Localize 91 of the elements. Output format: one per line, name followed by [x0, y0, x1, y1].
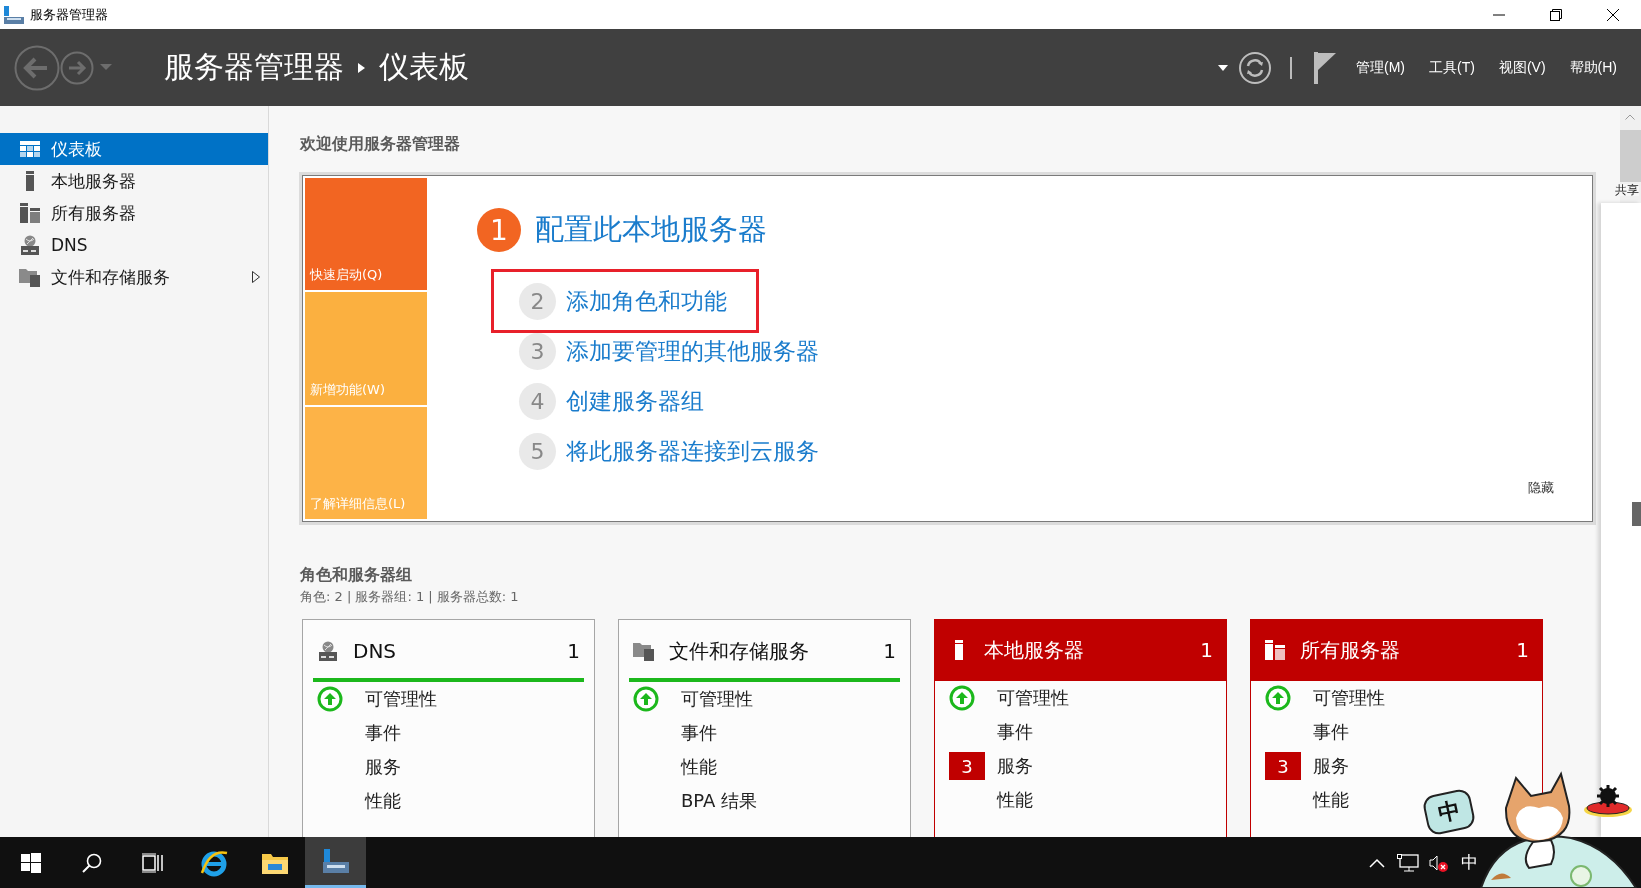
- search-icon: [81, 852, 102, 873]
- card-row-label[interactable]: 服务: [997, 754, 1033, 778]
- volume-muted-icon: [1428, 853, 1449, 872]
- section-title: 角色和服务器组: [300, 565, 412, 586]
- refresh-button[interactable]: [1238, 50, 1272, 85]
- step-number: 2: [519, 282, 556, 320]
- gear-icon: [1583, 784, 1633, 818]
- role-card[interactable]: 本地服务器 1 可管理性 事件 3 服务 性能: [934, 619, 1227, 837]
- card-row-label[interactable]: 可管理性: [997, 686, 1069, 710]
- menu-item[interactable]: 视图(V): [1498, 58, 1546, 77]
- card-row-label[interactable]: 服务: [1313, 754, 1349, 778]
- card-title: 本地服务器: [984, 636, 1085, 664]
- server-icon: [955, 640, 963, 660]
- role-card[interactable]: 文件和存储服务 1 可管理性 事件 性能 BPA 结果: [618, 619, 911, 837]
- pane-label: 共享: [1615, 184, 1639, 196]
- servers-icon: [20, 203, 40, 223]
- card-row-label[interactable]: 事件: [365, 721, 401, 745]
- folder-icon: [633, 641, 655, 661]
- server-manager-icon: [321, 848, 350, 874]
- card-title: 文件和存储服务: [669, 637, 810, 665]
- card-row-label[interactable]: 事件: [681, 721, 717, 745]
- start-icon: [20, 852, 41, 873]
- step-number: 3: [519, 332, 556, 370]
- caret-icon: [1218, 64, 1228, 71]
- app-icon: [4, 5, 24, 24]
- card-row-label[interactable]: 性能: [997, 788, 1033, 812]
- step-link[interactable]: 添加角色和功能: [566, 285, 727, 317]
- step-number: 5: [519, 432, 556, 470]
- card-title: 所有服务器: [1300, 636, 1401, 664]
- menu-item[interactable]: 工具(T): [1429, 58, 1475, 77]
- roles-summary: 角色: 2 | 服务器组: 1 | 服务器总数: 1: [300, 588, 519, 606]
- card-row-label[interactable]: 服务: [365, 755, 401, 779]
- menu-item[interactable]: 管理(M): [1356, 58, 1405, 77]
- card-row-label[interactable]: BPA 结果: [681, 789, 758, 813]
- caret-icon: [100, 63, 112, 72]
- sidebar-item[interactable]: DNS: [0, 229, 268, 261]
- card-row-label[interactable]: 事件: [1313, 720, 1349, 744]
- sidebar-item[interactable]: 所有服务器: [0, 197, 268, 229]
- menu-item[interactable]: 帮助(H): [1569, 58, 1617, 77]
- task-view-icon: [141, 852, 164, 873]
- dashboard-icon: [20, 141, 40, 157]
- breadcrumb-arrow-icon: [358, 62, 365, 73]
- section-title: 欢迎使用服务器管理器: [300, 134, 460, 155]
- page-title: 仪表板: [379, 48, 469, 86]
- breadcrumb-link[interactable]: 服务器管理器: [164, 47, 344, 88]
- card-row-label[interactable]: 可管理性: [1313, 686, 1385, 710]
- card-count: 1: [567, 639, 580, 663]
- status-ok-icon: [633, 686, 659, 712]
- step-link[interactable]: 创建服务器组: [566, 385, 704, 417]
- step-link[interactable]: 将此服务器连接到云服务: [566, 435, 819, 467]
- sidebar-item[interactable]: 本地服务器: [0, 165, 268, 197]
- folder-icon: [19, 267, 41, 287]
- card-row-label[interactable]: 性能: [365, 789, 401, 813]
- chevron-up-icon: [1368, 857, 1385, 868]
- card-count: 1: [1516, 638, 1529, 662]
- monitor-icon: [1396, 853, 1419, 872]
- status-ok-icon: [317, 686, 343, 712]
- close-icon: [1606, 8, 1619, 21]
- card-row-label[interactable]: 可管理性: [365, 687, 437, 711]
- card-row-label[interactable]: 可管理性: [681, 687, 753, 711]
- server-manager-button[interactable]: [305, 837, 366, 888]
- status-ok-icon: [949, 685, 975, 711]
- browser-icon: [199, 848, 228, 877]
- card-row-label[interactable]: 性能: [1313, 788, 1349, 812]
- step-number: 4: [519, 382, 556, 420]
- server-icon: [26, 171, 34, 191]
- sidebar-item[interactable]: 仪表板: [0, 133, 268, 165]
- restore-icon: [1549, 8, 1562, 21]
- card-count: 1: [883, 639, 896, 663]
- dns-server-icon: [318, 641, 338, 661]
- alert-count: 3: [1265, 752, 1301, 780]
- scroll-thumb[interactable]: [1620, 130, 1641, 182]
- step-link[interactable]: 添加要管理的其他服务器: [566, 335, 819, 367]
- sidebar-item[interactable]: 文件和存储服务: [0, 261, 268, 293]
- step-link[interactable]: 配置此本地服务器: [535, 210, 767, 250]
- flag-button[interactable]: [1314, 51, 1336, 84]
- card-row-label[interactable]: 性能: [681, 755, 717, 779]
- window-title: 服务器管理器: [30, 5, 108, 24]
- card-count: 1: [1200, 638, 1213, 662]
- input-method-indicator[interactable]: 中: [1454, 837, 1485, 888]
- alert-count: 3: [949, 752, 985, 780]
- dns-server-icon: [20, 235, 40, 255]
- status-ok-icon: [1265, 685, 1291, 711]
- servers-icon: [1265, 640, 1285, 660]
- expand-arrow-icon[interactable]: [252, 271, 260, 283]
- hide-link[interactable]: 隐藏: [1528, 479, 1554, 497]
- card-title: DNS: [353, 639, 398, 663]
- pane-handle[interactable]: [1632, 502, 1641, 526]
- card-row-label[interactable]: 事件: [997, 720, 1033, 744]
- role-card[interactable]: DNS 1 可管理性 事件 服务 性能: [302, 619, 595, 837]
- step-number: 1: [477, 208, 521, 252]
